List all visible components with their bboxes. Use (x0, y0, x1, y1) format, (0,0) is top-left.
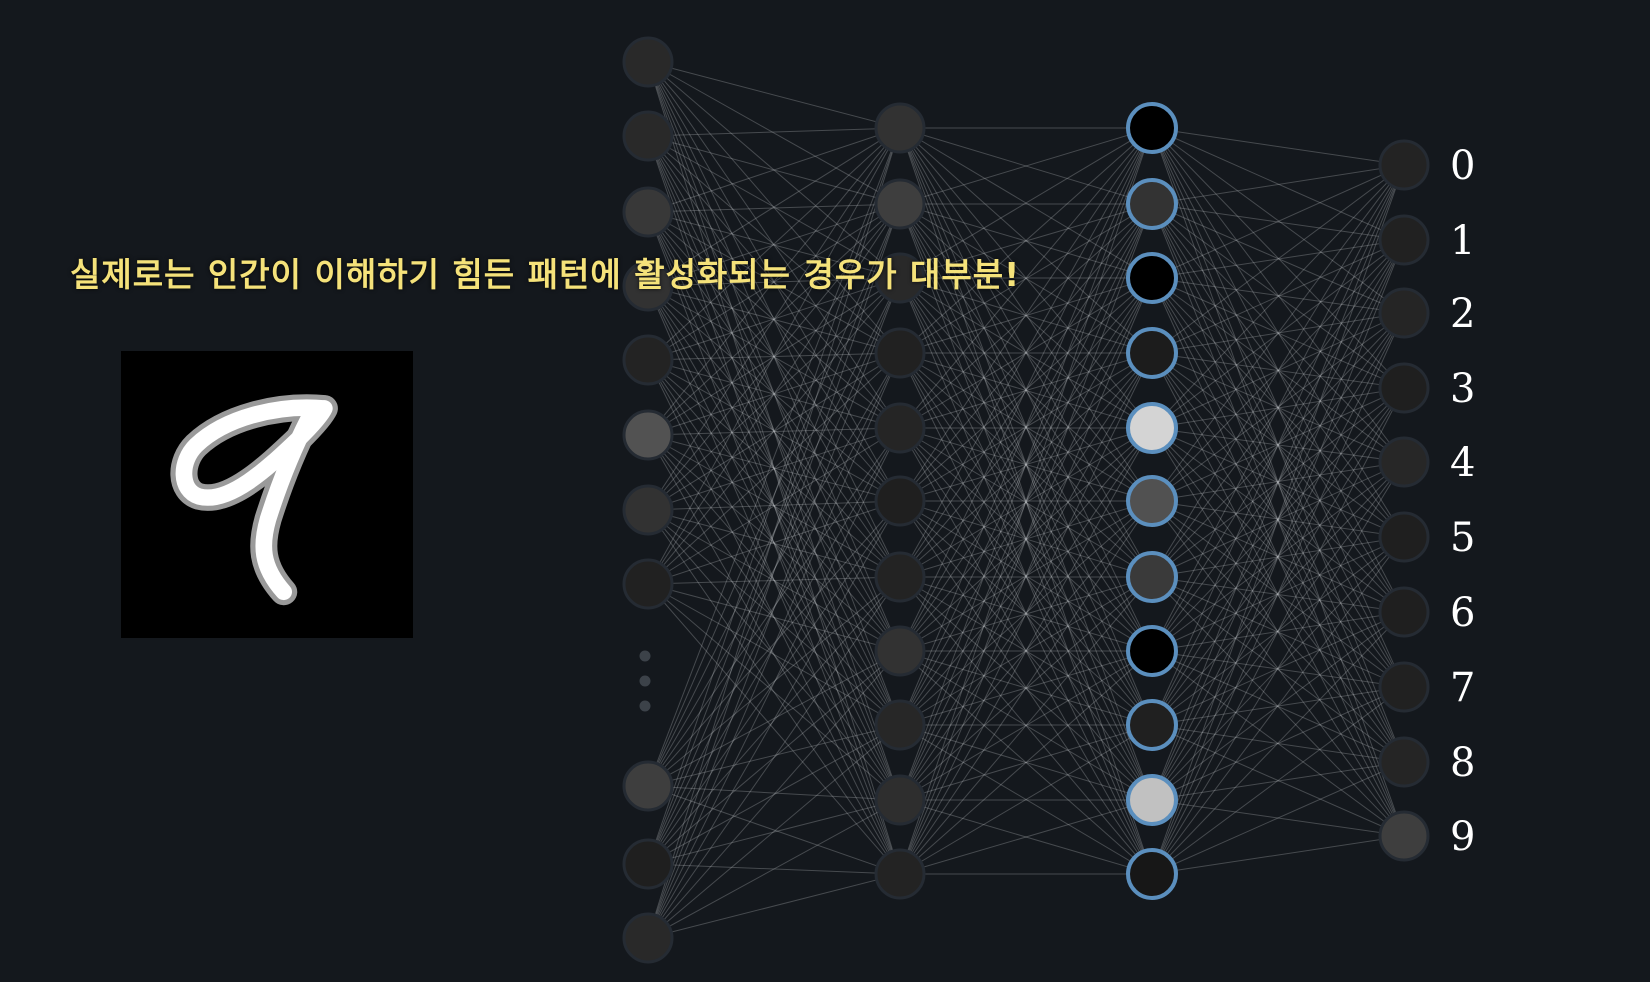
input-neuron (622, 334, 674, 386)
output-label: 0 (1450, 143, 1475, 189)
caption-text: 실제로는 인간이 이해하기 힘든 패턴에 활성화되는 경우가 대부분! (70, 255, 1021, 294)
connection-edge (647, 650, 901, 939)
input-neuron (622, 484, 674, 536)
hidden1-neuron (874, 327, 926, 379)
connection-edge (647, 127, 901, 137)
input-neuron (622, 760, 674, 812)
output-neuron (1378, 661, 1430, 713)
connection-edge (1151, 835, 1405, 875)
connection-edge (647, 203, 901, 939)
input-neuron (622, 409, 674, 461)
hidden2-neuron (1126, 699, 1178, 751)
hidden2-neuron (1126, 102, 1178, 154)
input-neuron (622, 838, 674, 890)
ellipsis-dot (639, 650, 651, 662)
connection-edge (1151, 164, 1405, 726)
output-neuron (1378, 810, 1430, 862)
connection-edge (647, 277, 901, 585)
connection-edge (1151, 387, 1405, 875)
connection-edge (1151, 164, 1405, 205)
hidden1-neuron (874, 475, 926, 527)
input-neuron (622, 186, 674, 238)
hidden1-neuron (874, 625, 926, 677)
hidden1-neuron (874, 551, 926, 603)
hidden2-neuron (1126, 848, 1178, 900)
hidden2-neuron (1126, 252, 1178, 304)
output-label: 3 (1450, 366, 1475, 412)
connection-edge (647, 203, 901, 213)
output-label: 2 (1450, 291, 1475, 337)
input-neuron (622, 110, 674, 162)
input-ellipsis (639, 650, 651, 712)
handwritten-digit-image (121, 351, 413, 638)
connection-edge (1151, 164, 1405, 652)
connection-edge (647, 576, 901, 585)
connection-edge (647, 583, 901, 652)
connection-edge (647, 127, 901, 213)
hidden2-neuron (1126, 551, 1178, 603)
output-neuron (1378, 214, 1430, 266)
input-neuron (622, 912, 674, 964)
input-neuron (622, 558, 674, 610)
output-label: 6 (1450, 590, 1475, 636)
output-label: 4 (1450, 440, 1475, 486)
network-edges (647, 61, 1405, 939)
output-label: 7 (1450, 665, 1475, 711)
output-neuron (1378, 139, 1430, 191)
hidden2-neuron (1126, 625, 1178, 677)
input-neuron (622, 36, 674, 88)
connection-edge (1151, 277, 1405, 314)
output-neuron (1378, 511, 1430, 563)
connection-edge (647, 127, 901, 585)
output-neuron (1378, 362, 1430, 414)
hidden1-neuron (874, 102, 926, 154)
connection-edge (647, 352, 901, 939)
hidden1-neuron (874, 178, 926, 230)
output-neuron (1378, 287, 1430, 339)
output-labels: 0 1 2 3 4 5 6 7 8 9 (1450, 143, 1475, 860)
hidden2-neuron (1126, 178, 1178, 230)
hidden1-neuron (874, 848, 926, 900)
hidden2-neuron (1126, 774, 1178, 826)
output-label: 1 (1450, 218, 1475, 264)
hidden2-neuron (1126, 475, 1178, 527)
digit-nine-drawing (170, 394, 338, 606)
hidden2-neuron (1126, 402, 1178, 454)
output-label: 8 (1450, 740, 1475, 786)
ellipsis-dot (639, 675, 651, 687)
output-neuron (1378, 736, 1430, 788)
hidden2-neuron (1126, 327, 1178, 379)
ellipsis-dot (639, 700, 651, 712)
output-neuron (1378, 436, 1430, 488)
connection-edge (647, 427, 901, 585)
connection-edge (1151, 127, 1405, 166)
connection-edge (647, 583, 901, 726)
output-label: 5 (1450, 515, 1475, 561)
hidden1-neuron (874, 402, 926, 454)
hidden1-neuron (874, 774, 926, 826)
output-label: 9 (1450, 814, 1475, 860)
hidden1-neuron (874, 699, 926, 751)
output-neuron (1378, 586, 1430, 638)
